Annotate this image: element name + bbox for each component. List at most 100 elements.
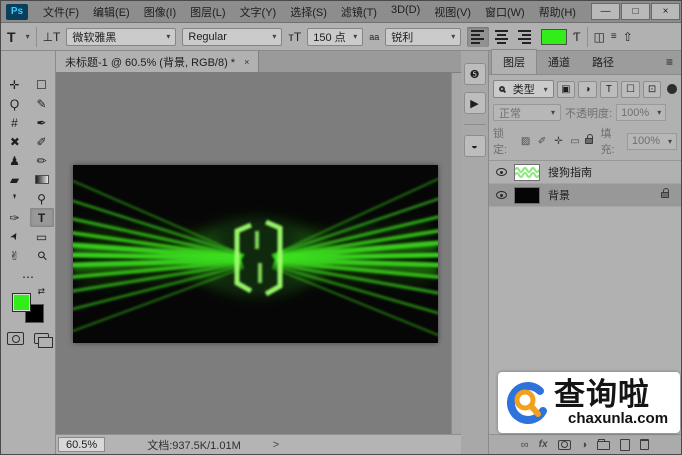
canvas-image[interactable] [73, 165, 438, 343]
history-brush-tool[interactable]: ✏ [30, 151, 54, 170]
delete-layer-icon[interactable] [640, 439, 649, 450]
close-button[interactable]: × [651, 3, 680, 20]
actions-panel-icon[interactable]: ▶ [464, 92, 486, 114]
tab-layers[interactable]: 图层 [491, 49, 537, 74]
layer-style-icon[interactable]: fx [539, 439, 548, 450]
vertical-scrollbar[interactable] [451, 73, 461, 434]
text-color-swatch[interactable] [541, 29, 567, 45]
tab-close-icon[interactable]: × [244, 57, 249, 67]
tool-options-list-icon[interactable]: ≡ [611, 31, 617, 42]
fill-field[interactable]: 100% ▾ [627, 133, 677, 150]
link-layers-icon[interactable]: ∞ [521, 439, 529, 451]
lock-artboard-icon[interactable]: ▭ [569, 136, 581, 147]
lock-image-pixels-icon[interactable]: ✐ [536, 136, 548, 147]
eyedropper-tool[interactable]: ✒ [30, 113, 54, 132]
type-tool-preset-icon[interactable]: T [7, 29, 16, 45]
warp-text-icon[interactable]: Ƭ [573, 30, 580, 44]
history-panel-icon[interactable]: ❺ [464, 63, 486, 85]
chevron-down-icon: ▾ [657, 108, 661, 117]
font-size-select[interactable]: 150 点 ▾ [307, 28, 363, 46]
dodge-tool[interactable]: ⚲ [30, 189, 54, 208]
align-left-button[interactable] [467, 27, 489, 47]
quick-selection-tool[interactable]: ✎ [30, 94, 54, 113]
align-right-button[interactable] [513, 27, 535, 47]
menu-help[interactable]: 帮助(H) [532, 1, 583, 23]
filter-type-layers-icon[interactable]: T [600, 81, 619, 98]
menu-file[interactable]: 文件(F) [36, 1, 86, 23]
add-layer-mask-icon[interactable] [558, 440, 571, 450]
align-center-button[interactable] [490, 27, 512, 47]
filter-toggle-icon[interactable] [667, 84, 677, 94]
blend-mode-select[interactable]: 正常 ▾ [493, 104, 561, 121]
layer-name[interactable]: 背景 [548, 187, 570, 203]
visibility-eye-icon[interactable] [496, 168, 507, 176]
menu-layer[interactable]: 图层(L) [183, 1, 232, 23]
menu-select[interactable]: 选择(S) [283, 1, 334, 23]
mask-icon [558, 440, 571, 450]
anti-alias-select[interactable]: 锐利 ▾ [385, 28, 461, 46]
text-orientation-icon[interactable]: ⊥T [43, 30, 61, 44]
filter-pixel-layers-icon[interactable]: ▣ [557, 81, 576, 98]
blend-mode-value: 正常 [499, 105, 521, 121]
document-tab[interactable]: 未标题-1 @ 60.5% (背景, RGB/8) * × [56, 51, 259, 72]
visibility-eye-icon[interactable] [496, 191, 507, 199]
layer-row-pattern[interactable]: 搜狗指南 [489, 161, 681, 184]
lock-position-icon[interactable]: ✛ [552, 136, 564, 147]
menu-window[interactable]: 窗口(W) [478, 1, 532, 23]
share-export-icon[interactable]: ⇧ [623, 30, 633, 44]
lock-row: 锁定: ▨ ✐ ✛ ▭ 填充: 100% ▾ [489, 123, 681, 159]
tool-preset-caret-icon[interactable]: ▾ [26, 32, 30, 41]
blur-tool[interactable]: ❜ [3, 189, 27, 208]
filter-smart-objects-icon[interactable]: ⊡ [643, 81, 662, 98]
lock-all-icon[interactable] [585, 138, 592, 144]
filter-adjustment-layers-icon[interactable]: ◑ [578, 81, 597, 98]
document-area: 未标题-1 @ 60.5% (背景, RGB/8) * × [56, 51, 461, 454]
lock-transparent-pixels-icon[interactable]: ▨ [519, 136, 531, 147]
type-tool[interactable]: T [30, 208, 54, 227]
menu-filter[interactable]: 滤镜(T) [334, 1, 384, 23]
menu-3d[interactable]: 3D(D) [384, 1, 427, 23]
font-family-select[interactable]: 微软雅黑 ▾ [66, 28, 176, 46]
screen-mode-icon[interactable] [34, 333, 49, 344]
panel-menu-icon[interactable]: ≡ [660, 55, 679, 74]
separator [587, 27, 588, 47]
opacity-field[interactable]: 100% ▾ [616, 104, 666, 121]
edit-toolbar-icon[interactable]: ⋯ [22, 270, 34, 284]
layer-thumbnail[interactable] [514, 187, 540, 204]
new-adjustment-layer-icon[interactable]: ◑ [581, 439, 588, 451]
filter-shape-layers-icon[interactable]: ☐ [621, 81, 640, 98]
chevron-down-icon: ▾ [272, 32, 276, 41]
new-layer-icon[interactable] [620, 439, 630, 451]
gradient-tool[interactable] [30, 170, 54, 189]
tab-paths[interactable]: 路径 [581, 50, 625, 74]
zoom-level-field[interactable]: 60.5% [58, 437, 105, 452]
filter-kind-select[interactable]: 类型 ▾ [493, 80, 554, 98]
green-light-burst-artwork [73, 165, 438, 343]
menu-type[interactable]: 文字(Y) [233, 1, 284, 23]
layer-row-background[interactable]: 背景 [489, 184, 681, 207]
eraser-tool[interactable]: ▰ [3, 170, 27, 189]
lasso-tool[interactable]: Ϙ [3, 94, 27, 113]
adjustments-panel-icon[interactable]: ◒ [464, 135, 486, 157]
char-paragraph-panel-icon[interactable]: ◫ [594, 30, 605, 44]
foreground-color-swatch[interactable] [12, 293, 31, 312]
tab-channels[interactable]: 通道 [537, 50, 581, 74]
status-chevron-icon[interactable]: > [273, 439, 279, 451]
layer-thumbnail[interactable] [514, 164, 540, 181]
maximize-button[interactable]: □ [621, 3, 650, 20]
quick-mask-icon[interactable] [7, 332, 24, 345]
brush-tool[interactable]: ✐ [30, 132, 54, 151]
separator [464, 124, 486, 125]
move-tool[interactable]: ✛ [3, 75, 27, 94]
menu-edit[interactable]: 编辑(E) [86, 1, 137, 23]
new-group-icon[interactable] [597, 439, 610, 450]
font-style-select[interactable]: Regular ▾ [182, 28, 282, 46]
layer-name[interactable]: 搜狗指南 [548, 164, 592, 180]
separator [36, 27, 37, 47]
menu-image[interactable]: 图像(I) [137, 1, 183, 23]
swap-colors-icon[interactable]: ⇄ [37, 286, 45, 297]
rectangular-marquee-tool[interactable]: ☐ [30, 75, 54, 94]
minimize-button[interactable]: — [591, 3, 620, 20]
menu-view[interactable]: 视图(V) [427, 1, 478, 23]
status-bar: 60.5% 文档:937.5K/1.01M > [56, 434, 461, 454]
